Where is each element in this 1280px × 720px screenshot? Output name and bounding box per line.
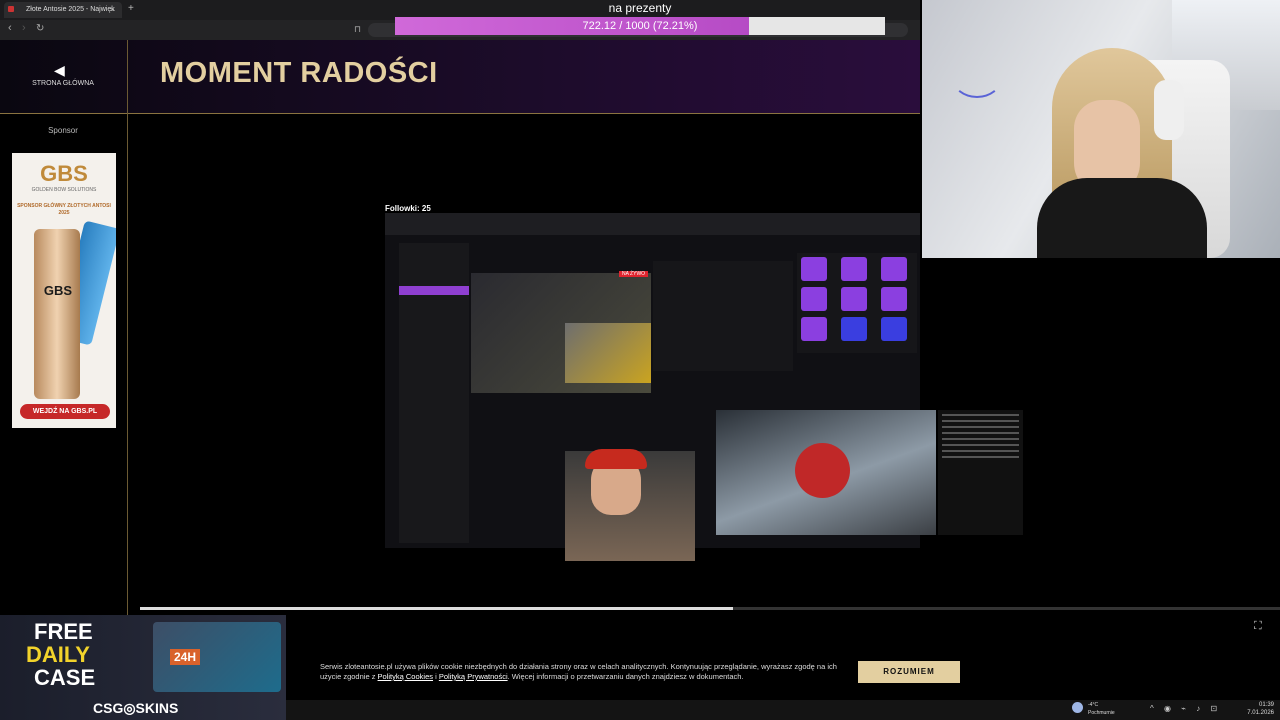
video-progress-bar[interactable] [140, 607, 1280, 610]
quick-action-emote-icon [881, 317, 907, 341]
live-badge: NA ŻYWO [619, 271, 649, 277]
fullscreen-icon[interactable]: ⛶ [1254, 620, 1262, 633]
taskbar [286, 700, 1280, 720]
ad-line-free: FREE [34, 619, 93, 644]
donation-goal-title: na prezenty [608, 1, 672, 15]
chat-line [942, 438, 1019, 440]
home-arrow-icon[interactable]: ◀ [54, 62, 65, 79]
new-tab-button[interactable]: + [128, 3, 134, 14]
chat-line [942, 414, 1019, 416]
sponsor-logo: GBS [40, 161, 88, 186]
sidebar-divider [127, 40, 128, 615]
header-divider [0, 113, 920, 114]
weather-desc: Pochmurnie [1088, 710, 1115, 716]
chat-line [942, 420, 1019, 422]
coffee-can-image [34, 229, 80, 399]
headset [1154, 80, 1184, 140]
clock-time: 01:39 [1258, 702, 1274, 708]
sponsor-tagline: SPONSOR GŁÓWNY ZŁOTYCH ANTOSI 2025 [17, 203, 111, 216]
chat-line [942, 450, 1019, 452]
weather-icon[interactable] [1072, 702, 1083, 713]
ad-line-daily: DAILY [26, 642, 90, 667]
embedded-activity-feed [653, 261, 793, 371]
quick-action-mod-icon [801, 317, 827, 341]
case-box-tag: 24H [170, 649, 201, 665]
follows-counter: Followki: 25 [385, 204, 431, 213]
cookie-text-after: . Więcej informacji o przetwarzaniu dany… [507, 672, 744, 681]
embedded-quick-actions [797, 253, 917, 353]
quick-action-user-icon [841, 287, 867, 311]
embedded-sidebar-active [399, 286, 469, 295]
back-icon[interactable]: ‹ [8, 22, 12, 34]
privacy-policy-link[interactable]: Polityką Prywatności [439, 672, 508, 681]
video-progress-fill [140, 607, 733, 610]
forward-icon[interactable]: › [22, 22, 26, 34]
quick-action-star-icon [801, 287, 827, 311]
quick-action-edit-icon [801, 257, 827, 281]
sponsor-label: Sponsor [48, 126, 78, 135]
driver-helmet [795, 443, 850, 498]
taskbar-clock[interactable]: 01:39 7.01.2026 [1240, 701, 1274, 717]
donation-goal-text: 722.12 / 1000 (72.21%) [582, 20, 698, 32]
tab-close-icon[interactable]: × [110, 2, 115, 18]
can-label: GBS [43, 283, 73, 298]
weather-widget[interactable]: -4°C Pochmurnie [1088, 701, 1115, 717]
donation-goal-bar: 722.12 / 1000 (72.21%) [395, 17, 885, 35]
chat-line [942, 432, 1019, 434]
embedded-car-image [565, 323, 651, 383]
site-header [0, 40, 920, 114]
ad-brand: CSG◎SKINS [93, 700, 179, 716]
weather-temp: -4°C [1088, 702, 1099, 708]
tab-favicon-icon [8, 6, 14, 12]
tray-icons[interactable]: ^ ◉ ⌁ ♪ ⊡ [1150, 704, 1221, 713]
streamer-cap [585, 449, 647, 469]
cookie-text: Serwis zloteantosie.pl używa plików cook… [320, 662, 860, 682]
ad-line-case: CASE [34, 665, 96, 690]
sponsor-cta-button[interactable]: WEJDŹ NA GBS.PL [20, 404, 110, 419]
chat-line [942, 456, 1019, 458]
page-title: MOMENT RADOŚCI [160, 57, 438, 89]
webcam-overlay [922, 0, 1280, 258]
browser-tab[interactable]: Złote Antosie 2025 - Najwięk [4, 2, 122, 18]
cookie-accept-button[interactable]: ROZUMIEM [858, 661, 960, 683]
reload-icon[interactable]: ↻ [36, 23, 44, 34]
quick-action-chat-icon [841, 317, 867, 341]
bookmark-icon[interactable]: ⊓ [354, 24, 361, 35]
embedded-screenshot: NA ŻYWO [385, 213, 1023, 561]
home-link[interactable]: STRONA GŁÓWNA [20, 80, 106, 87]
cookie-policy-link[interactable]: Polityką Cookies [378, 672, 433, 681]
chat-line [942, 426, 1019, 428]
webcam-light-ring [952, 58, 1002, 98]
sponsor-subtitle: GOLDEN BOW SOLUTIONS [31, 187, 97, 193]
embedded-chat [938, 410, 1023, 535]
quick-action-raid-icon [881, 257, 907, 281]
quick-action-shield-icon [881, 287, 907, 311]
clock-date: 7.01.2026 [1247, 710, 1274, 716]
chat-line [942, 444, 1019, 446]
quick-action-clip-icon [841, 257, 867, 281]
embedded-browser-bar [385, 213, 920, 235]
streamer-body [1037, 178, 1207, 258]
sponsor-ad[interactable]: GBS GOLDEN BOW SOLUTIONS SPONSOR GŁÓWNY … [12, 153, 116, 428]
